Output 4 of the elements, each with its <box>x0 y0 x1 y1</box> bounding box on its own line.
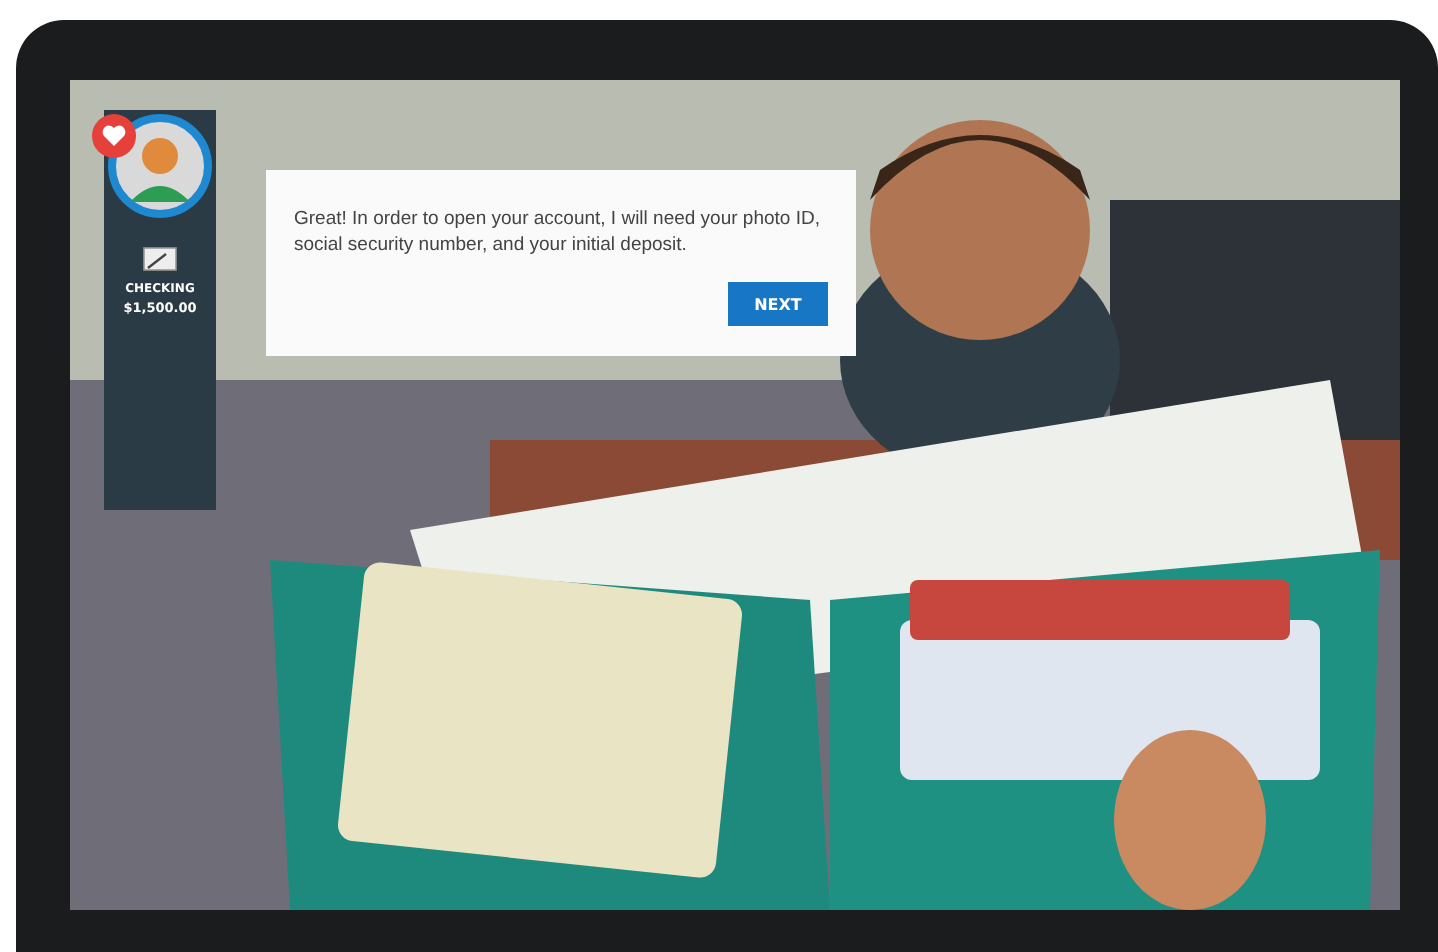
avatar <box>108 114 212 218</box>
dialog-message: Great! In order to open your account, I will need your photo ID, social security number, and your initial deposit. <box>294 206 822 258</box>
next-button[interactable]: NEXT <box>728 282 828 326</box>
checkbook-icon <box>142 246 178 274</box>
